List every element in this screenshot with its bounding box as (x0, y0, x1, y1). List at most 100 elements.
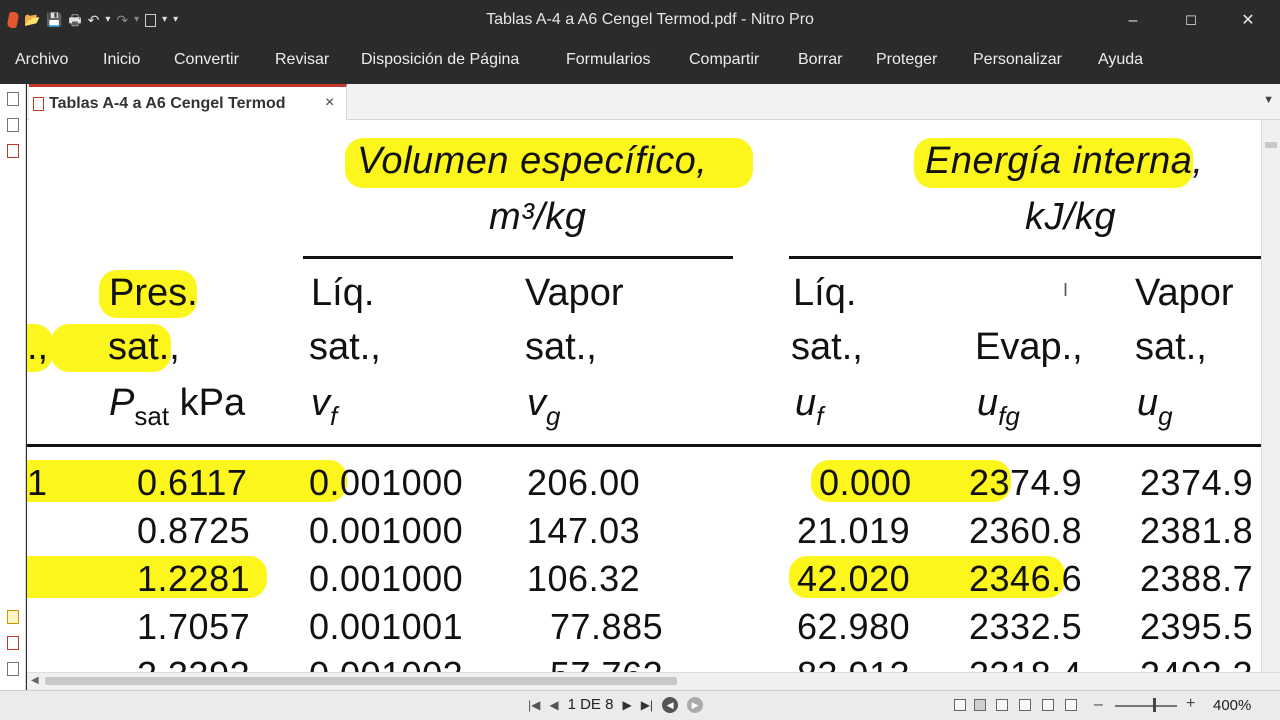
vertical-scroll-thumb[interactable] (1265, 142, 1277, 148)
volume-header-rule (303, 256, 733, 259)
next-view-icon[interactable]: ▶ (687, 696, 704, 713)
pres-header-line2: sat., (108, 326, 180, 368)
menu-inicio[interactable]: Inicio (103, 51, 140, 69)
zoom-slider-thumb[interactable] (1153, 698, 1156, 712)
menu-compartir[interactable]: Compartir (689, 51, 759, 69)
ufg-header-symbol: ufg (977, 382, 1020, 431)
cell-ug: 2395.5 (1140, 606, 1254, 647)
attachments-panel-icon[interactable] (7, 144, 19, 158)
cell-uf: 0.000 (819, 462, 912, 503)
links-panel-icon[interactable] (7, 636, 19, 650)
cell-uf: 21.019 (797, 510, 911, 551)
cell-vf: 0.001000 (309, 510, 464, 551)
facing-view-icon[interactable] (996, 699, 1008, 711)
ug-header-line2: sat., (1135, 326, 1207, 368)
cell-vf: 0.001000 (309, 558, 464, 599)
maximize-button[interactable]: ☐ (1168, 6, 1214, 36)
facing-continuous-view-icon[interactable] (1019, 699, 1031, 711)
cell-vf: 0.001002 (309, 654, 463, 672)
cell-ufg: 2374.9 (969, 462, 1083, 503)
cell-vg: 147.03 (527, 510, 641, 551)
tab-list-dropdown-icon[interactable]: ▼ (1263, 94, 1274, 106)
cell-ug: 2381.8 (1140, 510, 1254, 551)
pdf-page[interactable]: Volumen específico, m³/kg Energía intern… (27, 120, 1261, 672)
cell-temp: 1 (27, 462, 48, 503)
pres-header-symbol: Psat kPa (109, 382, 246, 431)
cell-uf: 83.913 (797, 654, 910, 672)
menu-borrar[interactable]: Borrar (798, 51, 842, 69)
vg-header-line2: sat., (525, 326, 597, 368)
previous-page-icon[interactable]: ◀ (549, 698, 558, 712)
close-button[interactable]: ✕ (1225, 6, 1271, 36)
cell-ug: 2374.9 (1140, 462, 1254, 503)
menu-formularios[interactable]: Formularios (566, 51, 650, 69)
cell-ug: 2388.7 (1140, 558, 1254, 599)
text-cursor-icon: I (1063, 280, 1069, 300)
next-page-icon[interactable]: ▶ (622, 698, 631, 712)
menu-ayuda[interactable]: Ayuda (1098, 51, 1143, 69)
cell-pressure: 1.7057 (137, 606, 251, 647)
pages-panel-icon[interactable] (7, 92, 19, 106)
zoom-slider[interactable] (1115, 705, 1177, 707)
pres-header-line1: Pres. (109, 272, 198, 314)
page-indicator[interactable]: 1 DE 8 (568, 696, 614, 713)
ug-header-line1: Vapor (1135, 272, 1234, 314)
horizontal-scrollbar[interactable]: ◀ (27, 672, 1280, 690)
nitro-pro-window: 📂 💾 🖶 ↶ ▾ ↷ ▾ ▾ ▾ Tablas A-4 a A6 Cengel… (0, 0, 1280, 720)
header-volume-title: Volumen específico, (357, 140, 708, 182)
single-page-view-icon[interactable] (954, 699, 966, 711)
vf-header-line1: Líq. (311, 272, 375, 314)
first-page-icon[interactable]: |◀ (528, 698, 540, 712)
page-navigation: |◀ ◀ 1 DE 8 ▶ ▶| ◀ ▶ (528, 696, 704, 713)
document-tab[interactable]: Tablas A-4 a A6 Cengel Termod × (29, 84, 347, 121)
menu-convertir[interactable]: Convertir (174, 51, 239, 69)
fit-width-icon[interactable] (1065, 699, 1077, 711)
tab-close-icon[interactable]: × (325, 94, 334, 112)
side-panel (0, 84, 26, 690)
vertical-scrollbar[interactable] (1261, 120, 1280, 672)
cell-vg: 57.762 (550, 654, 663, 672)
menu-proteger[interactable]: Proteger (876, 51, 937, 69)
cell-uf: 62.980 (797, 606, 911, 647)
scroll-left-icon[interactable]: ◀ (31, 675, 39, 686)
zoom-level[interactable]: 400% (1213, 697, 1251, 714)
minimize-button[interactable]: – (1110, 6, 1156, 36)
menu-personalizar[interactable]: Personalizar (973, 51, 1062, 69)
last-page-icon[interactable]: ▶| (641, 698, 653, 712)
menu-bar: Archivo Inicio Convertir Revisar Disposi… (0, 42, 1280, 76)
ug-header-symbol: ug (1137, 382, 1173, 431)
fit-page-icon[interactable] (1042, 699, 1054, 711)
zoom-in-button[interactable]: + (1186, 695, 1195, 713)
vg-header-line1: Vapor (525, 272, 624, 314)
document-tab-label: Tablas A-4 a A6 Cengel Termod (49, 95, 286, 112)
status-bar: |◀ ◀ 1 DE 8 ▶ ▶| ◀ ▶ – + 400% (0, 690, 1280, 720)
horizontal-scroll-thumb[interactable] (45, 677, 677, 685)
header-energy-unit: kJ/kg (1025, 196, 1117, 238)
zoom-out-button[interactable]: – (1094, 696, 1103, 714)
vg-header-symbol: vg (527, 382, 561, 431)
comments-panel-icon[interactable] (7, 610, 19, 624)
output-panel-icon[interactable] (7, 662, 19, 676)
menu-revisar[interactable]: Revisar (275, 51, 329, 69)
table-header-rule (27, 444, 1261, 447)
pdf-file-icon (33, 97, 44, 111)
cell-vf: 0.001001 (309, 606, 464, 647)
menu-archivo[interactable]: Archivo (15, 51, 68, 69)
cell-vf: 0.001000 (309, 462, 464, 503)
cell-ug: 2402.3 (1140, 654, 1253, 672)
cell-pressure: 1.2281 (137, 558, 251, 599)
cell-vg: 106.32 (527, 558, 641, 599)
ufg-header-line1: Evap., (975, 326, 1083, 368)
bookmarks-panel-icon[interactable] (7, 118, 19, 132)
cell-vg: 77.885 (550, 606, 664, 647)
cell-ufg: 2318.4 (969, 654, 1082, 672)
cell-ufg: 2332.5 (969, 606, 1083, 647)
document-area: Tablas A-4 a A6 Cengel Termod × ▼ Volume… (27, 84, 1280, 690)
cell-pressure: 0.6117 (137, 462, 248, 503)
previous-view-icon[interactable]: ◀ (662, 696, 679, 713)
uf-header-symbol: uf (795, 382, 824, 431)
menu-disposicion-de-pagina[interactable]: Disposición de Página (361, 51, 519, 69)
cell-uf: 42.020 (797, 558, 911, 599)
vf-header-symbol: vf (311, 382, 338, 431)
continuous-view-icon[interactable] (974, 699, 986, 711)
